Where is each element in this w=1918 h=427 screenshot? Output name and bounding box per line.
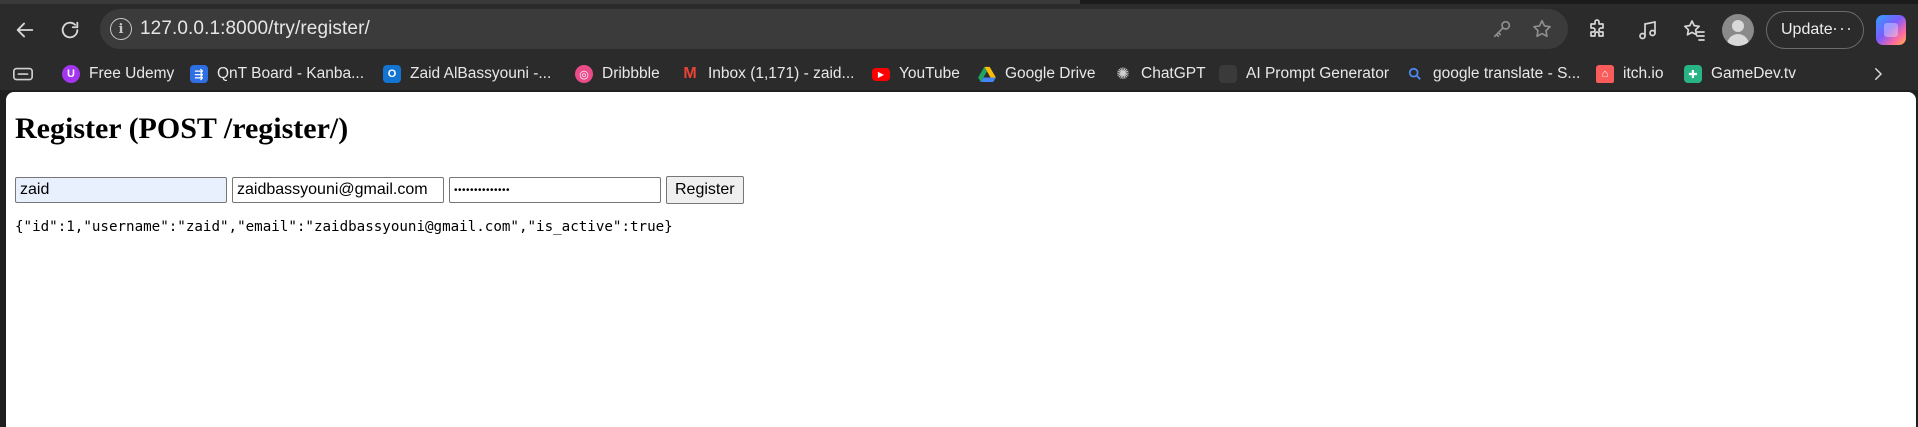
bookmark-itchio[interactable]: ⌂ itch.io bbox=[1596, 58, 1664, 90]
username-field[interactable] bbox=[15, 177, 227, 203]
site-info-icon[interactable]: i bbox=[110, 18, 132, 40]
tab-strip bbox=[0, 0, 1918, 4]
bookmark-gamedev-tv[interactable]: ✚ GameDev.tv bbox=[1684, 58, 1796, 90]
bookmark-label: GameDev.tv bbox=[1711, 65, 1796, 82]
bookmarks-bar: U Free Udemy ⇶ QnT Board - Kanba... O Za… bbox=[0, 58, 1918, 90]
bookmark-ai-prompt-generator[interactable]: AI Prompt Generator bbox=[1219, 58, 1389, 90]
ai-prompt-icon bbox=[1219, 65, 1237, 83]
page-title: Register (POST /register/) bbox=[15, 112, 349, 145]
key-icon[interactable] bbox=[1482, 9, 1522, 49]
bookmarks-overflow-button[interactable] bbox=[1866, 62, 1890, 86]
active-tab-edge bbox=[0, 0, 1080, 4]
update-button[interactable]: Update ··· bbox=[1766, 11, 1864, 49]
page-viewport: Register (POST /register/) Register {"id… bbox=[6, 92, 1916, 427]
address-bar[interactable]: i 127.0.0.1:8000/try/register/ bbox=[100, 9, 1568, 49]
password-field[interactable] bbox=[449, 177, 661, 203]
bookmark-label: QnT Board - Kanba... bbox=[217, 65, 365, 82]
address-url[interactable]: 127.0.0.1:8000/try/register/ bbox=[140, 18, 1482, 40]
outlook-icon: O bbox=[383, 65, 401, 83]
more-options-icon[interactable]: ··· bbox=[1832, 18, 1853, 39]
kanban-icon: ⇶ bbox=[190, 65, 208, 83]
bookmark-qnt-board[interactable]: ⇶ QnT Board - Kanba... bbox=[190, 58, 364, 90]
response-output: {"id":1,"username":"zaid","email":"zaidb… bbox=[15, 219, 673, 235]
media-control-icon[interactable] bbox=[1630, 12, 1666, 48]
gamedev-icon: ✚ bbox=[1684, 65, 1702, 83]
bookmark-chatgpt[interactable]: ✺ ChatGPT bbox=[1114, 58, 1206, 90]
udemy-icon: U bbox=[62, 65, 80, 83]
bookmark-label: Zaid AlBassyouni -... bbox=[410, 65, 552, 82]
gmail-icon: M bbox=[683, 65, 697, 82]
bookmark-label: Google Drive bbox=[1005, 65, 1096, 82]
bookmark-label: Free Udemy bbox=[89, 65, 175, 82]
bookmark-free-udemy[interactable]: U Free Udemy bbox=[62, 58, 174, 90]
reload-icon bbox=[61, 21, 79, 39]
dribbble-icon: ◎ bbox=[575, 65, 593, 83]
favorite-star-icon[interactable] bbox=[1522, 9, 1562, 49]
bookmark-label: Dribbble bbox=[602, 65, 660, 82]
extensions-icon[interactable] bbox=[1580, 12, 1616, 48]
browser-toolbar: i 127.0.0.1:8000/try/register/ Update ··… bbox=[0, 0, 1918, 58]
bookmark-google-translate[interactable]: google translate - S... bbox=[1406, 58, 1580, 90]
register-button[interactable]: Register bbox=[666, 176, 744, 204]
back-button[interactable] bbox=[8, 13, 42, 47]
register-form: Register bbox=[15, 176, 744, 204]
bookmark-label: itch.io bbox=[1623, 65, 1664, 82]
favorites-icon[interactable] bbox=[1676, 12, 1712, 48]
itchio-icon: ⌂ bbox=[1596, 65, 1614, 83]
reading-list-icon[interactable] bbox=[12, 64, 34, 84]
bookmark-label: ChatGPT bbox=[1141, 65, 1206, 82]
bookmark-google-drive[interactable]: Google Drive bbox=[978, 58, 1095, 90]
youtube-icon: ▶ bbox=[872, 67, 890, 81]
chevron-right-icon bbox=[1875, 68, 1883, 80]
bookmark-gmail-inbox[interactable]: M Inbox (1,171) - zaid... bbox=[681, 58, 854, 90]
search-icon bbox=[1406, 65, 1424, 83]
bookmark-label: YouTube bbox=[899, 65, 960, 82]
bookmark-label: google translate - S... bbox=[1433, 65, 1581, 82]
profile-avatar[interactable] bbox=[1722, 14, 1754, 46]
arrow-left-icon bbox=[16, 22, 34, 38]
google-drive-icon bbox=[978, 65, 996, 83]
avatar-body bbox=[1727, 34, 1749, 46]
email-field[interactable] bbox=[232, 177, 444, 203]
bookmark-label: Inbox (1,171) - zaid... bbox=[708, 65, 855, 82]
avatar-head bbox=[1732, 20, 1744, 32]
bookmark-dribbble[interactable]: ◎ Dribbble bbox=[575, 58, 660, 90]
bookmark-outlook[interactable]: O Zaid AlBassyouni -... bbox=[383, 58, 551, 90]
bookmark-label: AI Prompt Generator bbox=[1246, 65, 1390, 82]
update-button-label: Update bbox=[1781, 21, 1833, 38]
chatgpt-icon: ✺ bbox=[1116, 66, 1130, 83]
copilot-icon[interactable] bbox=[1876, 15, 1906, 45]
reload-button[interactable] bbox=[53, 13, 87, 47]
bookmark-youtube[interactable]: ▶ YouTube bbox=[872, 58, 960, 90]
